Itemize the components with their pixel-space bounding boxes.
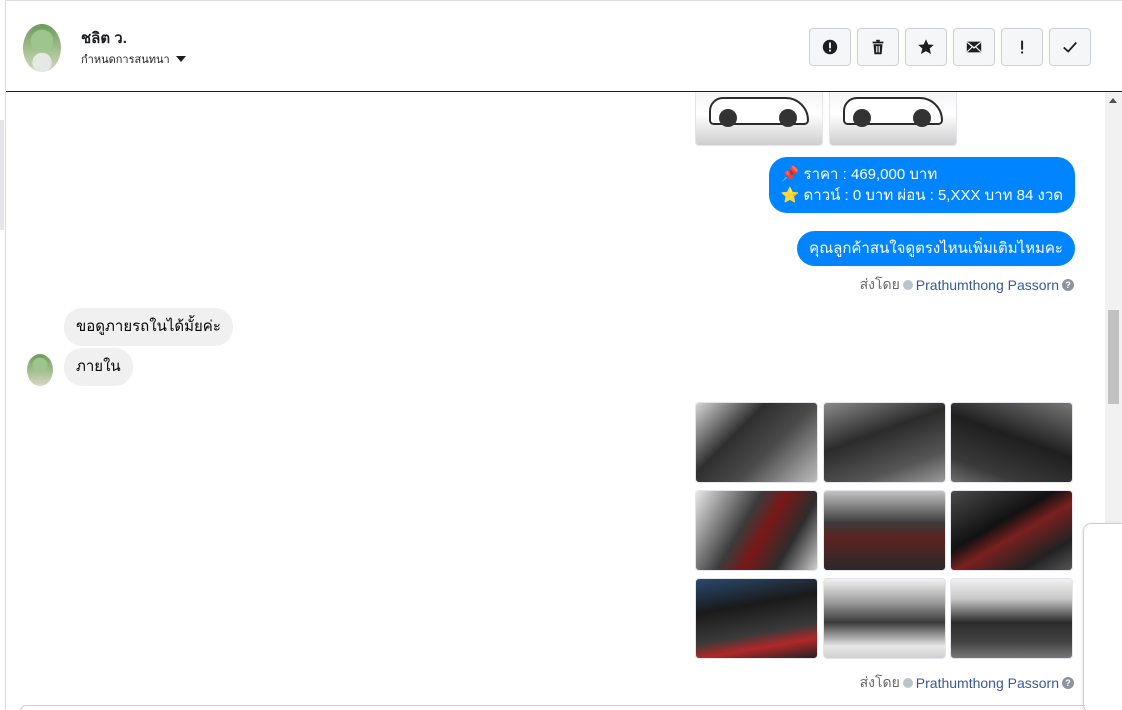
- checkmark-icon: [1063, 41, 1077, 53]
- sent-by-text: ส่งโดย: [859, 276, 900, 292]
- sent-by-label: ส่งโดย Prathumthong Passorn ?: [860, 274, 1074, 296]
- car-interior-photo[interactable]: [695, 578, 818, 659]
- car-exterior-photo[interactable]: [829, 92, 957, 146]
- car-interior-photo[interactable]: [950, 402, 1073, 483]
- mark-done-button[interactable]: [1049, 28, 1091, 66]
- star-button[interactable]: [905, 28, 947, 66]
- delete-button[interactable]: [857, 28, 899, 66]
- down-payment-line: ⭐ ดาวน์ : 0 บาท ผ่อน : 5,XXX บาท 84 งวด: [780, 187, 1063, 204]
- scroll-up-arrow-icon[interactable]: [1109, 98, 1117, 103]
- sent-by-text: ส่งโดย: [859, 674, 900, 690]
- car-interior-photo[interactable]: [823, 490, 946, 571]
- conversation-settings-dropdown[interactable]: กำหนดการสนทนา: [81, 50, 186, 68]
- sent-by-label: ส่งโดย Prathumthong Passorn ?: [860, 672, 1074, 694]
- agent-name-link[interactable]: Prathumthong Passorn: [916, 675, 1059, 691]
- outgoing-message-price: 📌 ราคา : 469,000 บาท ⭐ ดาวน์ : 0 บาท ผ่อ…: [768, 157, 1075, 213]
- trash-icon: [872, 39, 884, 55]
- incoming-message: ภายใน: [64, 348, 133, 386]
- car-interior-photo[interactable]: [950, 490, 1073, 571]
- mark-spam-button[interactable]: [809, 28, 851, 66]
- envelope-icon: [966, 41, 982, 53]
- car-interior-photo[interactable]: [823, 402, 946, 483]
- priority-button[interactable]: [1001, 28, 1043, 66]
- contact-avatar[interactable]: [23, 24, 61, 72]
- star-icon: [918, 39, 934, 55]
- scrollbar-thumb[interactable]: [1108, 310, 1119, 404]
- car-interior-photo[interactable]: [950, 578, 1073, 659]
- car-engine-photo[interactable]: [823, 578, 946, 659]
- exclamation-icon: [1021, 40, 1024, 54]
- help-icon[interactable]: ?: [1062, 677, 1074, 689]
- conversation-header: ชลิต ว. กำหนดการสนทนา: [6, 0, 1122, 92]
- caret-down-icon: [175, 56, 186, 62]
- mark-unread-button[interactable]: [953, 28, 995, 66]
- contact-name[interactable]: ชลิต ว.: [81, 26, 127, 50]
- car-interior-photo[interactable]: [695, 402, 818, 483]
- help-icon[interactable]: ?: [1062, 279, 1074, 291]
- conversation-settings-label: กำหนดการสนทนา: [81, 54, 170, 66]
- left-panel-marker: [0, 120, 4, 230]
- contact-avatar-small: [27, 354, 53, 386]
- car-exterior-photo[interactable]: [695, 92, 823, 146]
- car-interior-photo[interactable]: [695, 490, 818, 571]
- conversation-toolbar: [809, 28, 1091, 66]
- message-thread: 📌 ราคา : 469,000 บาท ⭐ ดาวน์ : 0 บาท ผ่อ…: [6, 92, 1106, 710]
- agent-check-icon: [902, 678, 913, 688]
- agent-check-icon: [902, 280, 913, 290]
- outgoing-message-question: คุณลูกค้าสนใจดูตรงไหนเพิ่มเติมไหมคะ: [797, 231, 1075, 266]
- incoming-message: ขอดูภายรถในได้มั้ยค่ะ: [64, 308, 233, 346]
- message-composer[interactable]: [20, 705, 1085, 710]
- side-panel-tab[interactable]: [1083, 523, 1122, 710]
- exclamation-circle-icon: [822, 39, 838, 55]
- agent-name-link[interactable]: Prathumthong Passorn: [916, 277, 1059, 293]
- price-line: 📌 ราคา : 469,000 บาท: [780, 166, 938, 183]
